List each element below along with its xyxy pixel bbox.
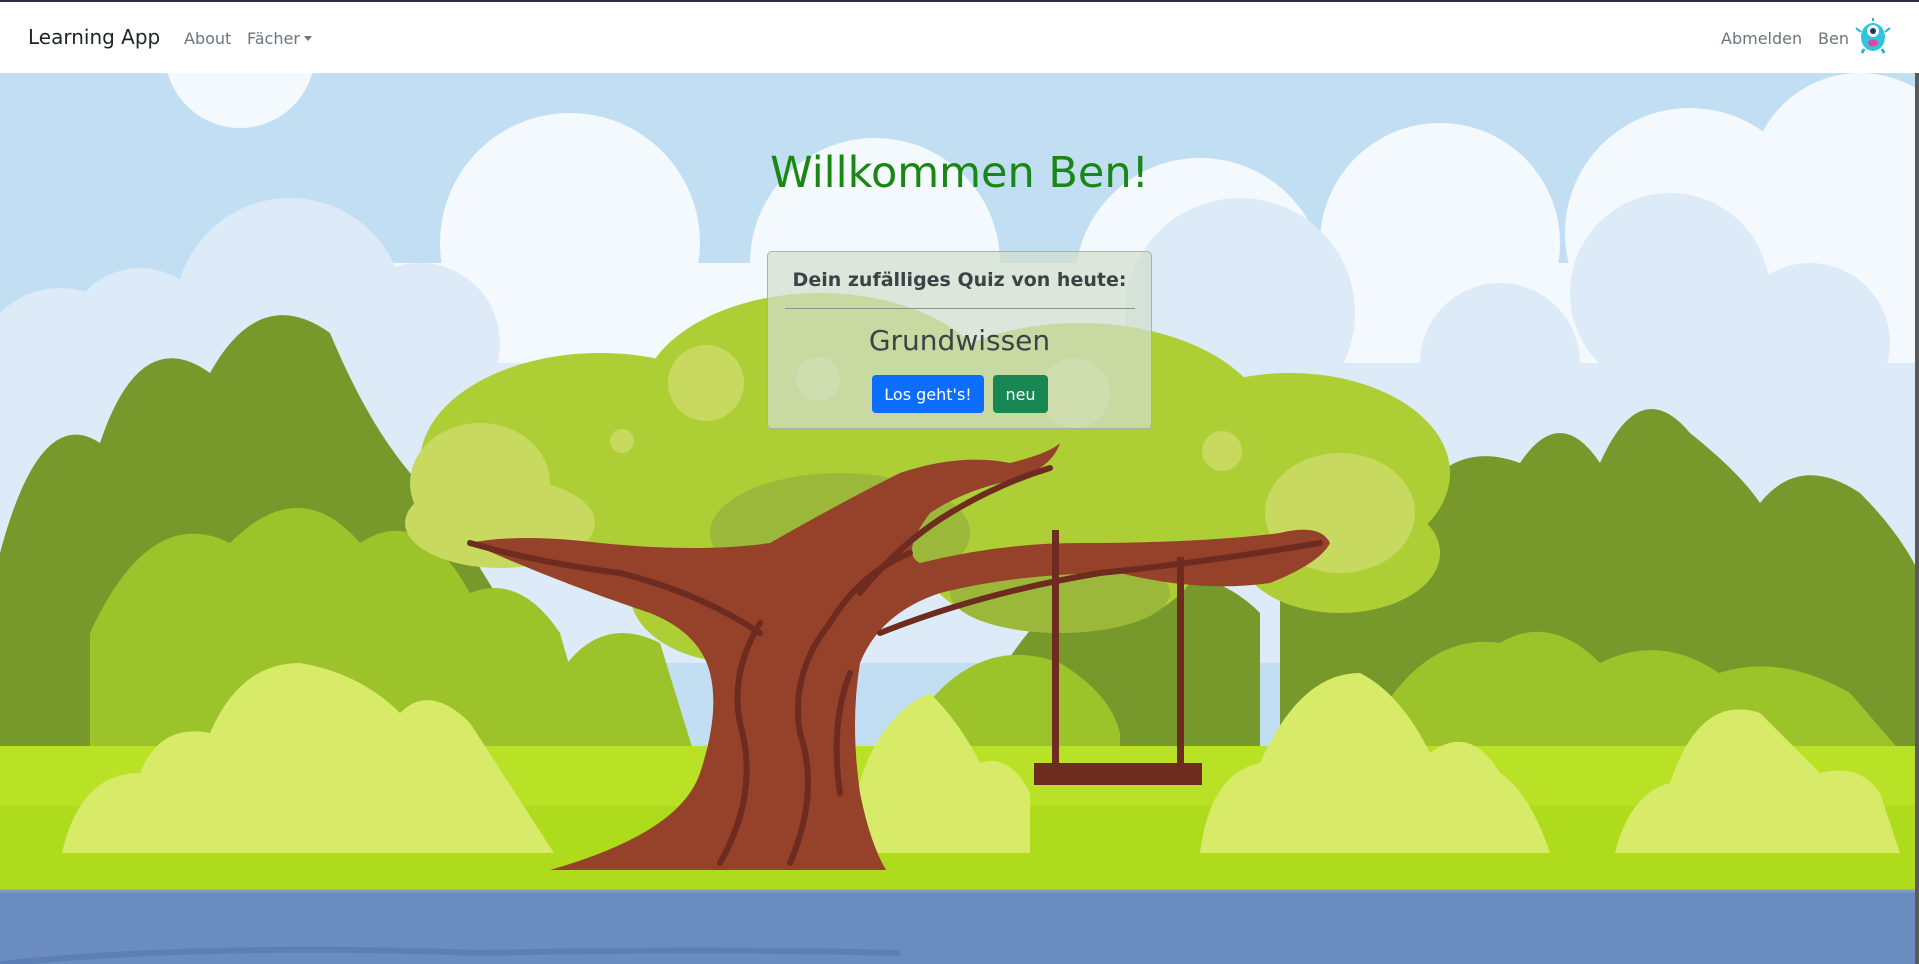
new-quiz-button[interactable]: neu: [993, 375, 1048, 413]
nav-subjects-dropdown[interactable]: Fächer: [247, 29, 312, 48]
nav-about-link[interactable]: About: [184, 29, 231, 48]
scrollbar[interactable]: [1915, 73, 1919, 964]
quiz-card-divider: [785, 308, 1135, 309]
quiz-card-heading: Dein zufälliges Quiz von heute:: [792, 269, 1127, 291]
caret-down-icon: [303, 36, 312, 41]
welcome-heading: Willkommen Ben!: [770, 148, 1149, 198]
tree-landscape-illustration: [0, 73, 1919, 964]
brand-link[interactable]: Learning App: [28, 25, 160, 49]
quiz-topic-title: Grundwissen: [868, 324, 1051, 357]
window-top-border: [0, 0, 1919, 2]
user-name-link[interactable]: Ben: [1818, 29, 1849, 48]
background-scene: [0, 73, 1919, 964]
daily-quiz-card: Dein zufälliges Quiz von heute: Grundwis…: [767, 251, 1152, 429]
nav-subjects-label: Fächer: [247, 29, 300, 48]
logout-link[interactable]: Abmelden: [1721, 29, 1802, 48]
navbar: Learning App About Fächer Abmelden Ben: [0, 0, 1919, 73]
monster-avatar-icon[interactable]: [1855, 18, 1891, 54]
start-quiz-button[interactable]: Los geht's!: [872, 375, 984, 413]
